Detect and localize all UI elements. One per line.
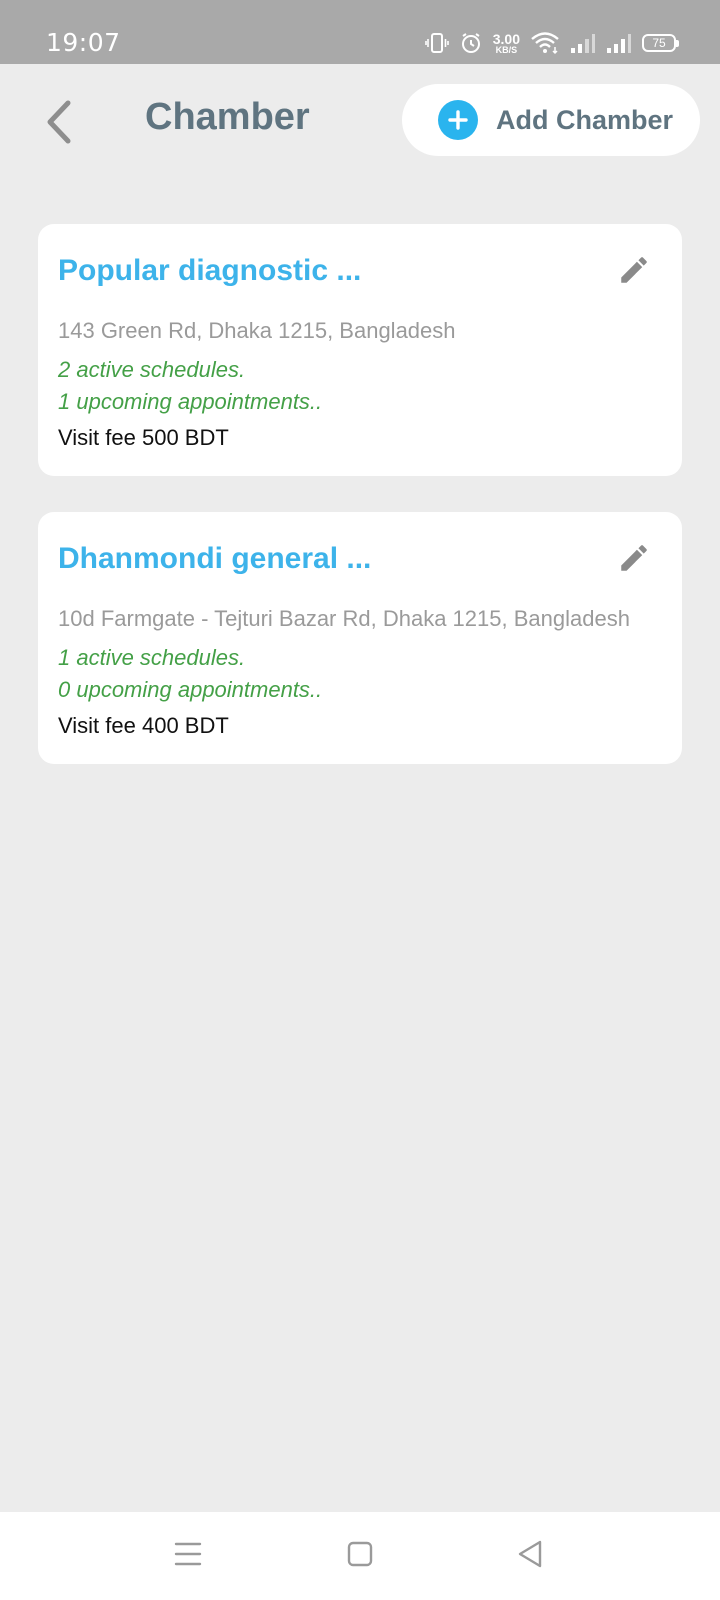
wifi-icon [530,31,560,55]
visit-fee: Visit fee 400 BDT [58,713,229,738]
vibrate-icon [424,31,449,55]
chamber-list: Popular diagnostic ... 143 Green Rd, Dha… [38,224,682,800]
battery-icon: 75 [642,34,679,52]
active-schedules: 2 active schedules. [58,357,246,382]
page-title: Chamber [145,96,310,138]
square-home-icon [347,1541,373,1572]
net-speed-unit: KB/S [495,44,518,55]
chamber-address: 10d Farmgate - Tejturi Bazar Rd, Dhaka 1… [58,606,630,631]
edit-chamber-button[interactable] [614,540,654,580]
back-arrow-icon [44,99,74,150]
chamber-card[interactable]: Popular diagnostic ... 143 Green Rd, Dha… [38,224,682,476]
header: Chamber Add Chamber [0,64,720,184]
chamber-address: 143 Green Rd, Dhaka 1215, Bangladesh [58,318,456,343]
edit-chamber-button[interactable] [614,252,654,292]
add-chamber-button[interactable]: Add Chamber [402,84,700,156]
nav-menu-button[interactable] [166,1534,210,1578]
upcoming-appointments: 1 upcoming appointments.. [58,389,323,414]
status-bar: 19:07 3.00 KB/S 75 [0,0,720,64]
nav-back-button[interactable] [508,1534,552,1578]
status-icons: 3.00 KB/S 75 [424,28,679,58]
active-schedules: 1 active schedules. [58,645,246,670]
chamber-card[interactable]: Dhanmondi general ... 10d Farmgate - Tej… [38,512,682,764]
status-time: 19:07 [46,28,121,57]
visit-fee: Visit fee 500 BDT [58,425,229,450]
net-speed: 3.00 KB/S [493,32,520,55]
plus-circle-icon [438,100,478,140]
triangle-back-icon [516,1539,544,1574]
signal-1-icon [570,32,596,54]
system-nav-bar [0,1512,720,1600]
back-button[interactable] [34,94,84,154]
pencil-icon [617,253,651,292]
pencil-icon [617,541,651,580]
battery-level: 75 [652,36,666,50]
alarm-icon [459,31,483,55]
net-speed-value: 3.00 [492,30,520,47]
chamber-name: Dhanmondi general ... [58,542,372,575]
menu-icon [174,1541,202,1572]
signal-2-icon [606,32,632,54]
nav-home-button[interactable] [338,1534,382,1578]
upcoming-appointments: 0 upcoming appointments.. [58,677,323,702]
chamber-name: Popular diagnostic ... [58,254,362,287]
add-chamber-label: Add Chamber [496,104,674,135]
